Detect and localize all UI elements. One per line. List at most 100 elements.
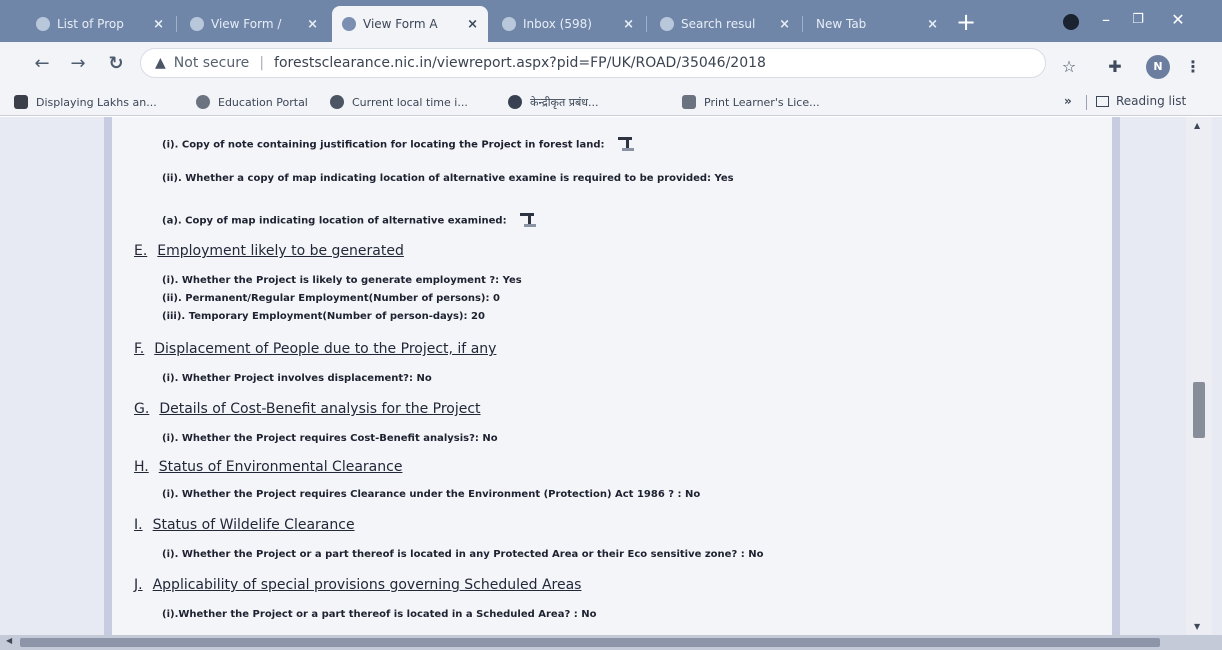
section-heading-i: I. Status of Wildelife Clearance [134,517,355,533]
close-window-icon[interactable]: ✕ [1158,6,1198,34]
page-viewport[interactable]: (i). Copy of note containing justificati… [0,117,1222,635]
tab-new-tab[interactable]: New Tab × [806,6,948,42]
section-heading-f: F. Displacement of People due to the Proj… [134,341,496,357]
profile-avatar[interactable]: N [1146,55,1170,79]
bookmarks-bar: Displaying Lakhs an... Education Portal … [0,88,1222,116]
tab-view-form-active[interactable]: View Form A × [332,6,488,42]
tab-list-of-proposals[interactable]: List of Prop × [26,6,174,42]
item-employment-generate: (i). Whether the Project is likely to ge… [162,275,522,286]
chrome-icon [508,95,522,109]
section-heading-h: H. Status of Environmental Clearance [134,459,402,475]
section-heading-j: J. Applicability of special provisions go… [134,577,581,593]
bookmark-label: Displaying Lakhs an... [36,95,157,109]
item-displacement: (i). Whether Project involves displaceme… [162,373,432,384]
tab-title: View Form A [363,17,438,31]
scroll-left-arrow-icon[interactable]: ◀ [6,636,12,645]
security-label: Not secure [173,55,250,71]
section-heading-e: E. Employment likely to be generated [134,243,404,259]
restore-icon[interactable]: ❐ [1124,6,1152,34]
address-bar[interactable]: ▲ Not secure | forestsclearance.nic.in/v… [140,48,1046,78]
tab-close-icon[interactable]: × [773,17,790,32]
back-arrow-icon[interactable]: ← [30,52,54,76]
gmail-icon [660,17,674,31]
tab-view-form-1[interactable]: View Form / × [180,6,328,42]
tab-close-icon[interactable]: × [461,17,478,32]
horizontal-scroll-thumb[interactable] [20,638,1160,647]
tab-search-icon[interactable] [1063,14,1079,30]
display-icon [14,95,28,109]
reading-list-button[interactable]: Reading list [1096,94,1186,108]
scroll-up-arrow-icon[interactable]: ▲ [1194,121,1200,130]
tab-separator [176,16,177,32]
extensions-puzzle-icon[interactable]: ✚ [1104,56,1126,78]
report-document: (i). Copy of note containing justificati… [112,117,1112,635]
item-alternative-map-required: (ii). Whether a copy of map indicating l… [162,173,734,184]
bookmark-label: Print Learner's Lice... [704,95,820,109]
minimize-icon[interactable]: – [1092,6,1120,34]
item-protected-area: (i). Whether the Project or a part there… [162,549,764,560]
gmail-icon [502,17,516,31]
bookmarks-divider [1086,95,1087,110]
scroll-down-arrow-icon[interactable]: ▼ [1194,622,1200,631]
bookmark-item[interactable]: Print Learner's Lice... [682,93,820,111]
new-tab-button[interactable]: + [952,9,980,37]
site-favicon-icon [190,17,204,31]
forward-arrow-icon[interactable]: → [66,52,90,76]
item-scheduled-area: (i).Whether the Project or a part thereo… [162,609,597,620]
section-letter: J. [134,577,143,593]
tab-inbox[interactable]: Inbox (598) × [492,6,644,42]
section-letter: H. [134,459,149,475]
section-title: Status of Environmental Clearance [158,459,403,475]
tab-close-icon[interactable]: × [301,17,318,32]
bookmark-item[interactable]: Displaying Lakhs an... [14,93,157,111]
left-page-border [104,117,112,635]
tab-close-icon[interactable]: × [147,17,164,32]
site-favicon-icon [36,17,50,31]
clock-icon [330,95,344,109]
tab-strip: List of Prop × View Form / × View Form A… [0,0,1222,42]
tab-close-icon[interactable]: × [921,17,938,32]
tab-separator [802,16,803,32]
browser-toolbar: ← → ↻ ▲ Not secure | forestsclearance.ni… [0,42,1222,88]
section-letter: G. [134,401,150,417]
bookmark-label: Education Portal [218,95,308,109]
more-bookmarks-button[interactable]: » [1064,94,1072,108]
tab-title: List of Prop [57,17,124,31]
reading-list-label: Reading list [1116,94,1187,108]
item-temporary-employment: (iii). Temporary Employment(Number of pe… [162,311,485,322]
item-justification-note: (i). Copy of note containing justificati… [162,137,634,152]
menu-dots-icon[interactable]: ⋮ [1182,56,1204,78]
warning-icon: ▲ [155,55,166,71]
section-letter: E. [134,243,148,259]
vertical-scroll-thumb[interactable] [1193,382,1205,438]
education-icon [196,95,210,109]
url-text: forestsclearance.nic.in/viewreport.aspx?… [274,55,766,71]
item-text: (i). Copy of note containing justificati… [162,139,605,151]
bookmark-item[interactable]: Current local time i... [330,93,468,111]
tab-title: New Tab [816,17,867,31]
section-title: Status of Wildelife Clearance [152,517,355,533]
item-text: (a). Copy of map indicating location of … [162,215,507,227]
section-title: Employment likely to be generated [157,243,404,259]
tab-search-results[interactable]: Search resul × [650,6,800,42]
section-heading-g: G. Details of Cost-Benefit analysis for t… [134,401,481,417]
tab-close-icon[interactable]: × [617,17,634,32]
section-title: Applicability of special provisions gove… [152,577,582,593]
vertical-scrollbar[interactable]: ▲ ▼ [1186,117,1212,635]
bookmark-label: Current local time i... [352,95,468,109]
reload-icon[interactable]: ↻ [104,52,128,76]
bookmark-item[interactable]: Education Portal [196,93,308,111]
bookmark-star-icon[interactable]: ☆ [1058,56,1080,78]
item-permanent-employment: (ii). Permanent/Regular Employment(Numbe… [162,293,500,304]
emblem-icon [682,95,696,109]
bookmark-item[interactable]: केन्द्रीकृत प्रबंध... [508,93,599,111]
horizontal-scrollbar[interactable]: ◀ [0,635,1222,650]
section-letter: F. [134,341,145,357]
reading-list-icon [1096,95,1109,107]
download-document-icon[interactable] [520,213,537,228]
download-document-icon[interactable] [617,137,634,152]
tab-title: Inbox (598) [523,17,592,31]
section-title: Displacement of People due to the Projec… [154,341,497,357]
section-letter: I. [134,517,143,533]
address-divider: | [259,55,265,71]
